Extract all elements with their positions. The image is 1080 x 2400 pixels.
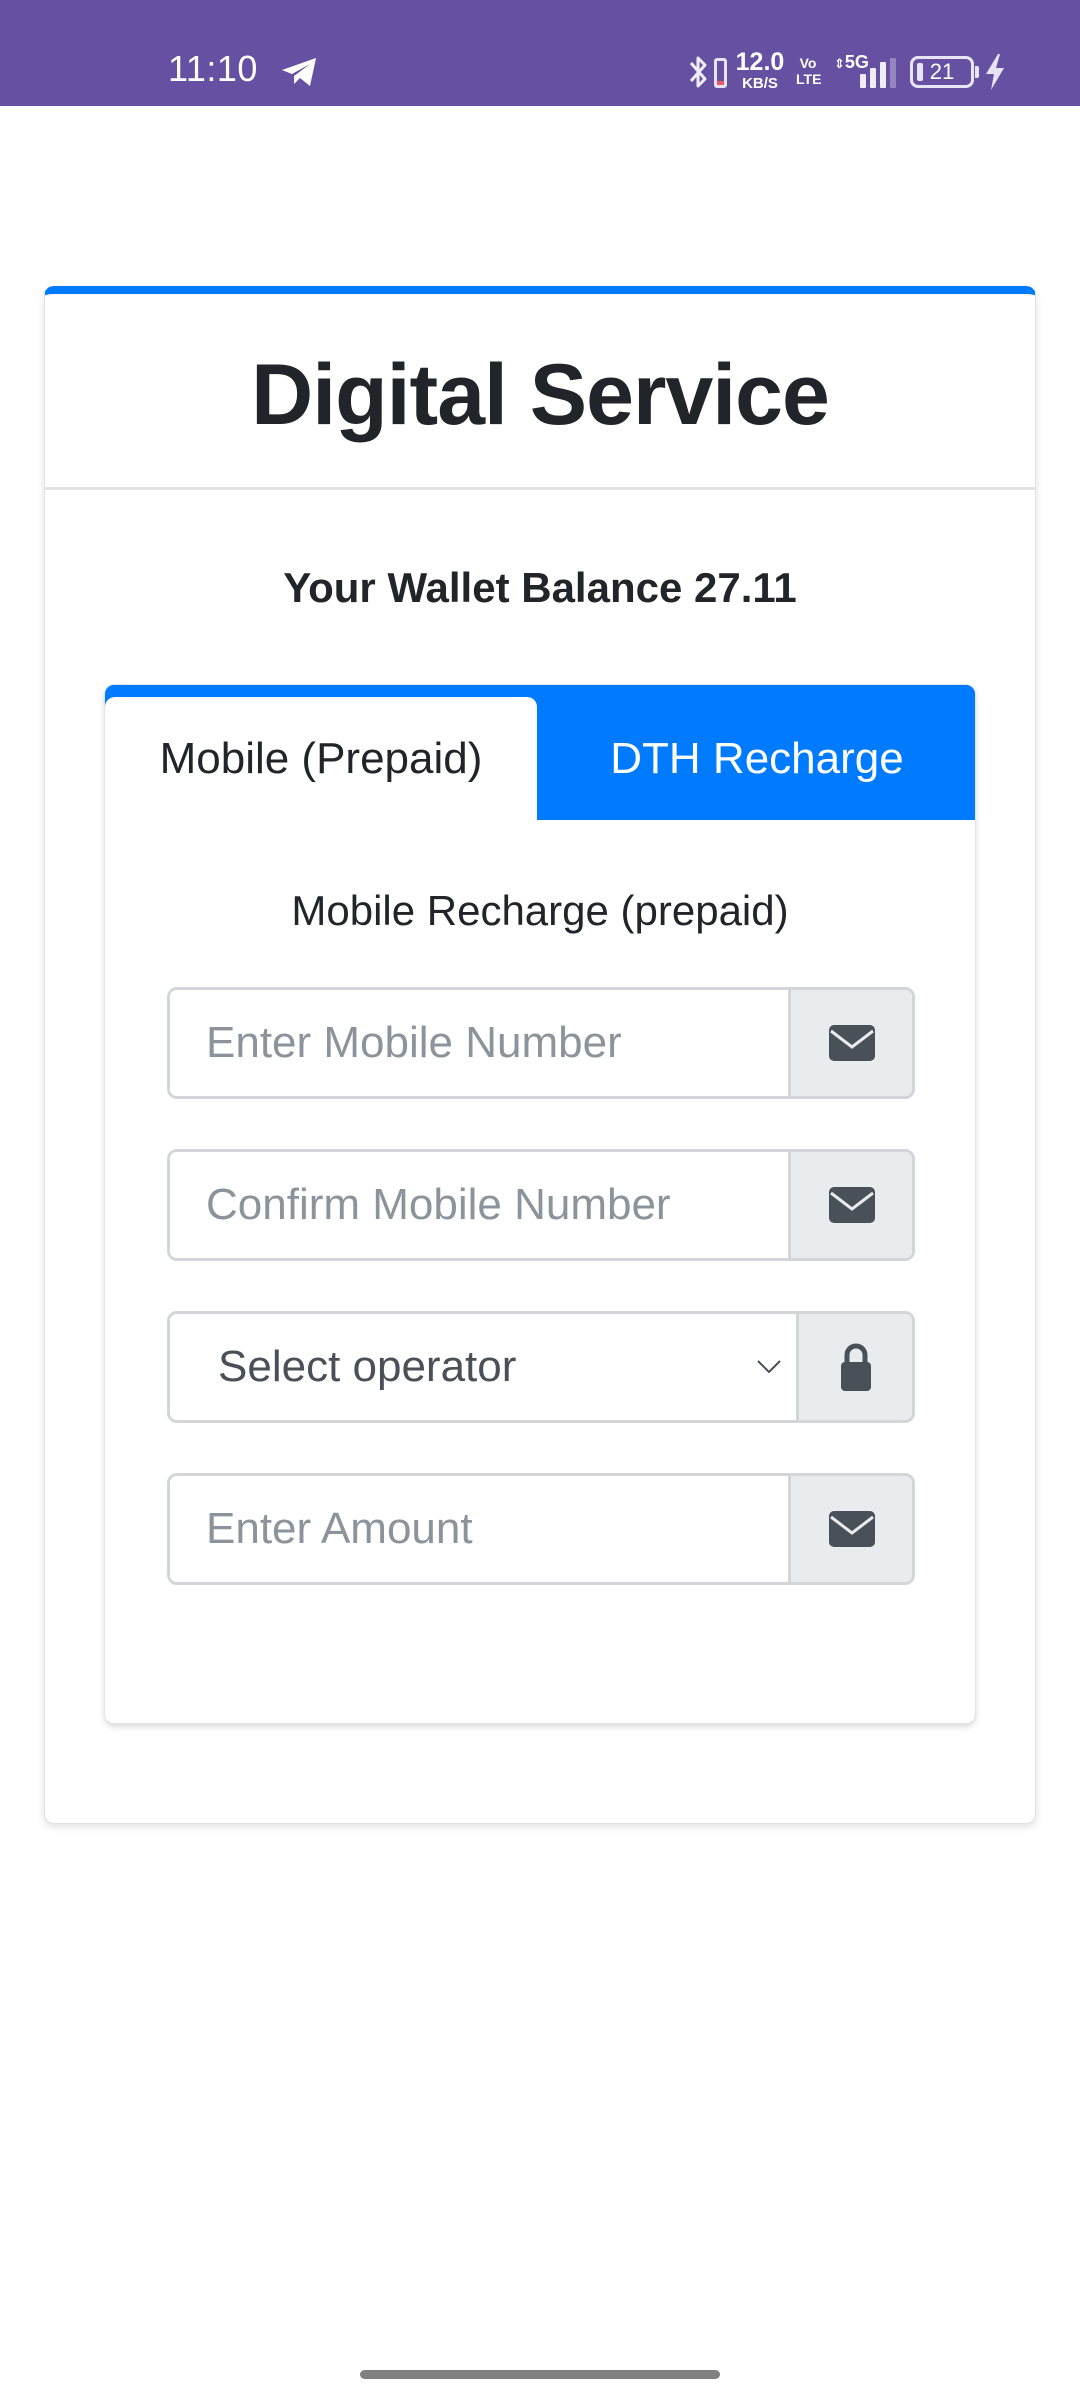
lock-icon [840, 1343, 871, 1391]
network-speed: 12.0 KB/S [735, 48, 785, 92]
confirm-mobile-number-input[interactable] [170, 1152, 788, 1258]
operator-select[interactable]: Select operator [170, 1314, 796, 1420]
data-arrows-icon: ⇕ [834, 56, 845, 71]
digital-service-card: Digital Service Your Wallet Balance 27.1… [44, 286, 1036, 1824]
volte-top: Vo [799, 55, 817, 71]
section-title: Mobile Recharge (prepaid) [291, 887, 789, 934]
amount-group [167, 1473, 915, 1585]
amount-addon [788, 1476, 912, 1582]
operator-addon [796, 1314, 912, 1420]
operator-selected-value: Select operator [218, 1342, 517, 1391]
tab-mobile-prepaid[interactable]: Mobile (Prepaid) [105, 697, 537, 820]
volte-icon: Vo LTE [796, 55, 822, 87]
confirm-mobile-number-addon [788, 1152, 912, 1258]
signal-strength-icon [860, 58, 910, 88]
charging-bolt-icon [986, 54, 1004, 90]
mobile-number-addon [788, 990, 912, 1096]
page-title: Digital Service [251, 347, 830, 443]
tab-bar: Mobile (Prepaid) DTH Recharge [105, 685, 975, 820]
home-indicator[interactable] [360, 2370, 720, 2379]
volte-bottom: LTE [796, 71, 822, 87]
mobile-number-input[interactable] [170, 990, 788, 1096]
mobile-number-group [167, 987, 915, 1099]
confirm-mobile-number-group [167, 1149, 915, 1261]
amount-input[interactable] [170, 1476, 788, 1582]
operator-group: Select operator [167, 1311, 915, 1423]
bluetooth-device-battery-icon [714, 58, 727, 88]
battery-level: 21 [929, 59, 955, 84]
battery-icon: 21 [910, 56, 974, 88]
wallet-balance: Your Wallet Balance 27.11 [283, 564, 797, 611]
chevron-down-icon [757, 1360, 781, 1374]
battery-tip [975, 66, 979, 78]
envelope-icon [828, 1187, 875, 1223]
bluetooth-icon [689, 56, 707, 88]
envelope-icon [828, 1025, 875, 1061]
status-bar: 11:10 12.0 KB/S Vo LTE ⇕5G 21 [0, 0, 1080, 106]
status-time: 11:10 [168, 48, 258, 89]
envelope-icon [828, 1511, 875, 1547]
tab-dth-recharge[interactable]: DTH Recharge [537, 697, 975, 820]
card-header: Digital Service [45, 294, 1035, 490]
telegram-icon [282, 58, 316, 86]
recharge-card: Mobile (Prepaid) DTH Recharge Mobile Rec… [104, 684, 976, 1724]
